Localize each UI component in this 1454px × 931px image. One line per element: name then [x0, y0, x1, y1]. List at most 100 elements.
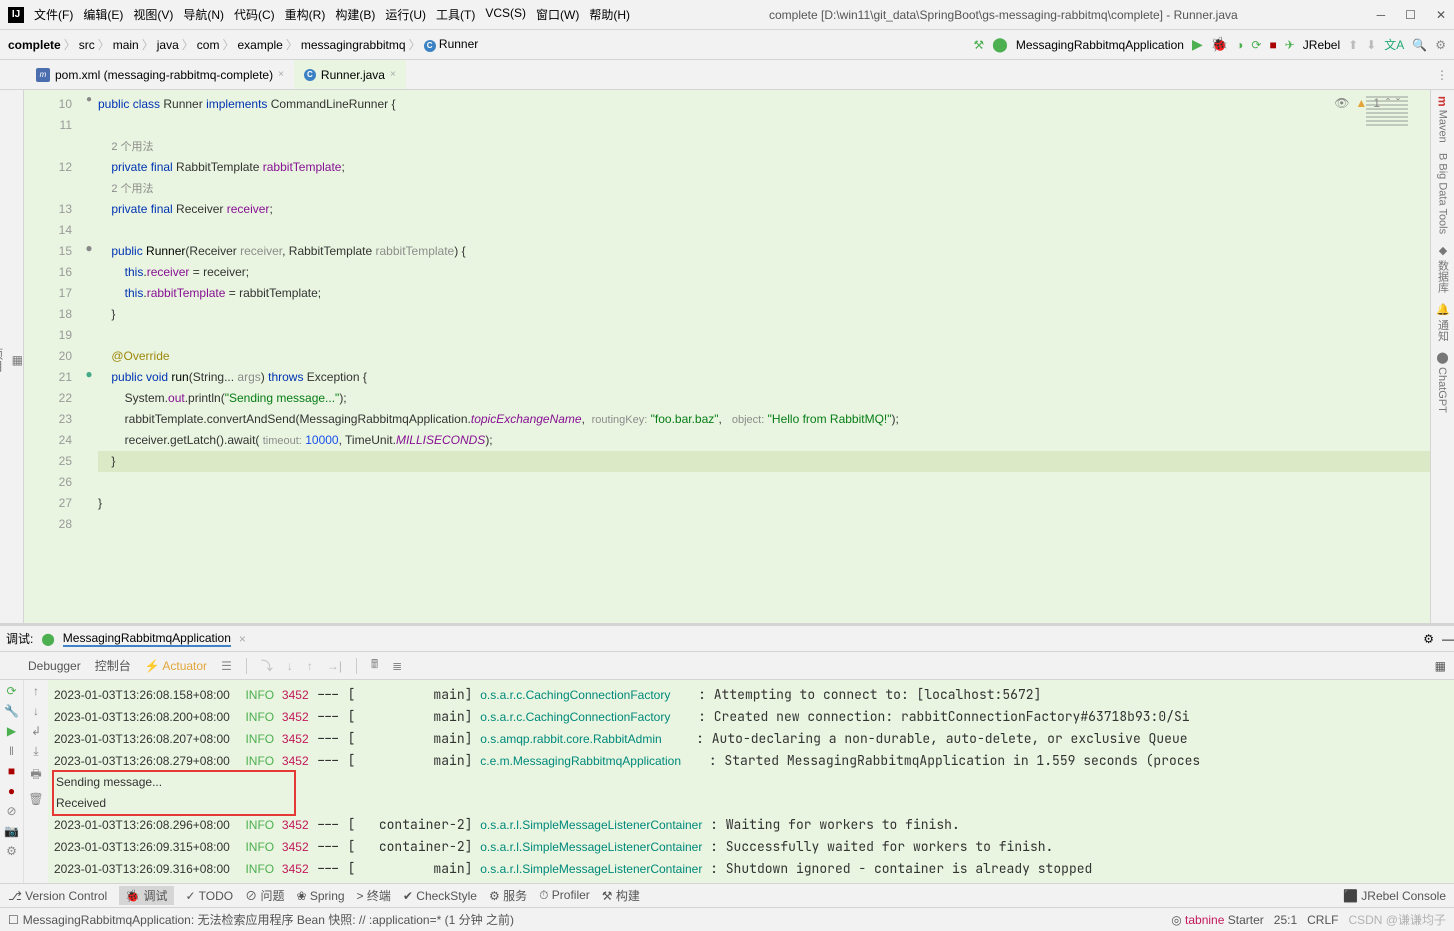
- toolwindow-Profiler[interactable]: ⏱ Profiler: [539, 888, 590, 903]
- bottom-toolbar[interactable]: ⎇ Version Control🐞 调试✓ TODO⊘ 问题❀ Spring>…: [0, 883, 1454, 907]
- mute-bp-icon[interactable]: ⊘: [6, 804, 16, 818]
- run-config-selector[interactable]: MessagingRabbitmqApplication: [1016, 38, 1184, 52]
- error-stripe[interactable]: [1366, 94, 1426, 184]
- right-toolwindow-bar[interactable]: m Maven B Big Data Tools ◆ 数据库 🔔 通知 ⬤ ChatGP…: [1430, 90, 1454, 623]
- rocket-icon[interactable]: ✈: [1285, 38, 1295, 52]
- maximize-icon[interactable]: ☐: [1405, 8, 1416, 22]
- toolwindow-调试[interactable]: 🐞 调试: [119, 886, 173, 905]
- right-tool-Maven[interactable]: m Maven: [1436, 96, 1450, 143]
- menu-item[interactable]: 工具(T): [436, 6, 475, 23]
- actuator-tab[interactable]: ⚡ Actuator: [145, 659, 207, 673]
- step-out-icon[interactable]: ↑: [307, 659, 313, 673]
- toolwindow-构建[interactable]: ⚒ 构建: [602, 887, 640, 904]
- toolwindow-问题[interactable]: ⊘ 问题: [245, 887, 284, 904]
- right-tool-Big Data Tools[interactable]: B Big Data Tools: [1437, 153, 1449, 234]
- breadcrumb[interactable]: complete〉src〉main〉java〉com〉example〉messa…: [8, 36, 973, 53]
- git-icon[interactable]: ⬆: [1348, 38, 1358, 52]
- breadcrumb-item[interactable]: main: [113, 38, 139, 52]
- stop-icon[interactable]: ■: [1269, 38, 1276, 52]
- thread-selector-icon[interactable]: ☰: [221, 659, 232, 673]
- gear-icon[interactable]: ⚙: [1423, 632, 1434, 646]
- wrap-icon[interactable]: ↲: [31, 724, 41, 738]
- step-over-icon[interactable]: ⤵: [261, 657, 273, 674]
- hide-icon[interactable]: —: [1442, 632, 1454, 646]
- status-message[interactable]: MessagingRabbitmqApplication: 无法检索应用程序 B…: [23, 911, 514, 928]
- project-label[interactable]: 项目: [0, 348, 6, 372]
- print-icon[interactable]: 🖶: [30, 765, 41, 786]
- minimize-icon[interactable]: ─: [1377, 8, 1386, 22]
- window-controls[interactable]: ─ ☐ ✕: [1377, 8, 1446, 22]
- breadcrumb-item[interactable]: java: [157, 38, 179, 52]
- console-left-toolbar[interactable]: ↑ ↓ ↲ ⤓ 🖶 🗑: [24, 680, 48, 883]
- breadcrumb-item[interactable]: src: [79, 38, 95, 52]
- translate-icon[interactable]: 文A: [1384, 36, 1404, 53]
- menu-item[interactable]: 构建(B): [335, 6, 375, 23]
- right-tool-ChatGPT[interactable]: ⬤ ChatGPT: [1436, 351, 1449, 413]
- menu-item[interactable]: 文件(F): [34, 6, 73, 23]
- breadcrumb-item[interactable]: com: [197, 38, 220, 52]
- resume-icon[interactable]: ▶: [7, 724, 16, 738]
- git-icon2[interactable]: ⬇: [1366, 38, 1376, 52]
- debugger-tab[interactable]: Debugger: [28, 659, 81, 673]
- debug-toolbar[interactable]: Debugger 控制台 ⚡ Actuator ☰ ⤵ ↓ ↑ →| 🖩 ≣ ▦: [0, 652, 1454, 680]
- spring-leaf-icon[interactable]: ⬤: [992, 36, 1008, 53]
- rerun-icon[interactable]: ⟳: [6, 684, 16, 698]
- menu-item[interactable]: 视图(V): [133, 6, 173, 23]
- jrebel-console[interactable]: ⬛ JRebel Console: [1343, 889, 1446, 903]
- menu-item[interactable]: 重构(R): [285, 6, 326, 23]
- toolwindow-Spring[interactable]: ❀ Spring: [296, 889, 344, 903]
- jrebel-label[interactable]: JRebel: [1303, 38, 1340, 52]
- close-icon[interactable]: ✕: [1436, 8, 1446, 22]
- camera-icon[interactable]: 📷: [4, 824, 19, 838]
- search-icon[interactable]: 🔍: [1412, 38, 1427, 52]
- down-icon[interactable]: ↓: [33, 704, 39, 718]
- editor-tab[interactable]: CRunner.java×: [294, 60, 406, 89]
- breadcrumb-item[interactable]: example: [237, 38, 282, 52]
- debug-session-tab[interactable]: MessagingRabbitmqApplication: [63, 631, 231, 647]
- right-tool-通知[interactable]: 🔔 通知: [1435, 303, 1451, 341]
- breadcrumb-item[interactable]: C Runner: [424, 37, 479, 52]
- hammer-icon[interactable]: ⚒: [973, 38, 984, 52]
- pause-icon[interactable]: ‖: [9, 744, 14, 758]
- toolwindow-服务[interactable]: ⚙ 服务: [489, 887, 527, 904]
- tool-icon[interactable]: 🔧: [4, 704, 19, 718]
- settings-icon[interactable]: ⚙: [6, 844, 17, 858]
- menu-item[interactable]: 导航(N): [183, 6, 224, 23]
- tabnine-widget[interactable]: ◎ tabnine Starter: [1171, 913, 1264, 927]
- console-output[interactable]: 2023-01-03T13:26:08.158+08:00 INFO 3452 …: [48, 680, 1454, 883]
- right-tool-数据库[interactable]: ◆ 数据库: [1435, 244, 1451, 293]
- menu-item[interactable]: 帮助(H): [589, 6, 630, 23]
- clear-icon[interactable]: 🗑: [28, 792, 43, 806]
- gear-icon[interactable]: ⚙: [1435, 38, 1446, 52]
- left-toolwindow-bar[interactable]: ▦ 项目: [0, 90, 24, 623]
- editor-tab[interactable]: mpom.xml (messaging-rabbitmq-complete)×: [26, 60, 294, 89]
- stop-icon[interactable]: ■: [8, 764, 15, 778]
- breadcrumb-item[interactable]: messagingrabbitmq: [301, 38, 406, 52]
- debug-left-toolbar[interactable]: ⟳ 🔧 ▶ ‖ ■ ● ⊘ 📷 ⚙: [0, 680, 24, 883]
- eye-hidden-icon[interactable]: 👁: [1334, 96, 1349, 110]
- menu-item[interactable]: VCS(S): [485, 6, 526, 23]
- debug-panel-tabs[interactable]: 调试: ⬤ MessagingRabbitmqApplication × ⚙ —: [0, 626, 1454, 652]
- line-separator[interactable]: CRLF: [1307, 913, 1338, 927]
- scroll-end-icon[interactable]: ⤓: [33, 744, 38, 759]
- code-editor[interactable]: 10111213141516171819202122232425262728 ●…: [24, 90, 1430, 623]
- up-icon[interactable]: ↑: [33, 684, 39, 698]
- run-icon[interactable]: ▶: [1192, 36, 1203, 53]
- step-into-icon[interactable]: ↓: [287, 659, 293, 673]
- debug-icon[interactable]: 🐞: [1211, 36, 1228, 53]
- console-tab[interactable]: 控制台: [95, 657, 131, 674]
- tabs-menu-icon[interactable]: ⋮: [1436, 68, 1448, 82]
- toolwindow-TODO[interactable]: ✓ TODO: [186, 889, 234, 903]
- code-area[interactable]: public class Runner implements CommandLi…: [98, 90, 1430, 623]
- close-tab-icon[interactable]: ×: [239, 632, 246, 646]
- project-tool-icon[interactable]: ▦: [12, 353, 23, 367]
- run-to-cursor-icon[interactable]: →|: [327, 659, 342, 673]
- breadcrumb-item[interactable]: complete: [8, 38, 61, 52]
- breakpoints-icon[interactable]: ●: [8, 784, 15, 798]
- menu-item[interactable]: 运行(U): [385, 6, 426, 23]
- menu-item[interactable]: 编辑(E): [83, 6, 123, 23]
- menu-item[interactable]: 代码(C): [234, 6, 275, 23]
- trace-icon[interactable]: ≣: [392, 659, 402, 673]
- toolwindow-Version Control[interactable]: ⎇ Version Control: [8, 889, 107, 903]
- coverage-icon[interactable]: ◑: [1236, 38, 1243, 52]
